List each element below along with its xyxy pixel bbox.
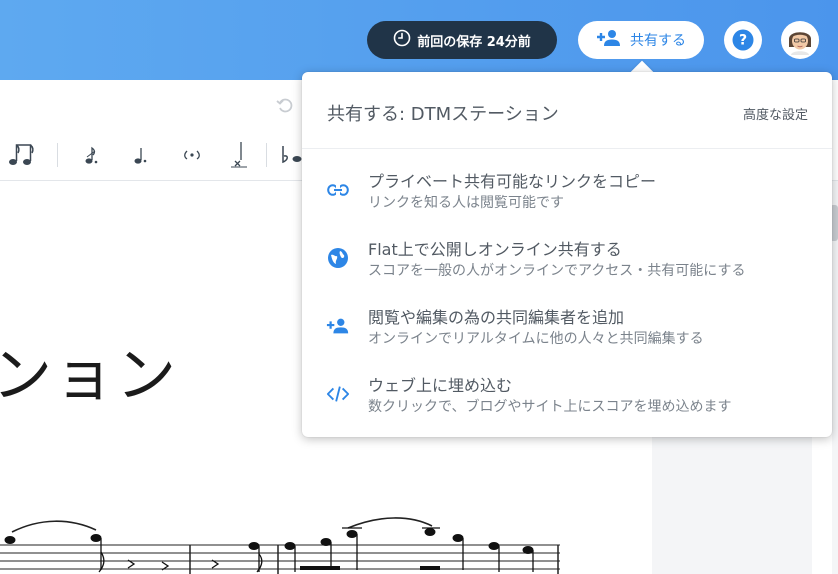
option-subtitle: スコアを一般の人がオンラインでアクセス・共有可能にする [368,263,746,279]
share-popover-title: 共有する: DTMステーション [327,104,559,125]
share-popover-header: 共有する: DTMステーション 高度な設定 [302,72,832,149]
add-person-icon [596,29,622,51]
option-title: プライベート共有可能なリンクをコピー [368,172,657,191]
cross-note-icon[interactable] [224,140,254,170]
embed-web-option[interactable]: ウェブ上に埋め込む 数クリックで、ブログやサイト上にスコアを埋め込めます [302,372,832,438]
help-button[interactable]: ? [724,21,762,59]
help-icon: ? [732,29,754,51]
last-saved-label: 前回の保存 24分前 [417,34,531,50]
add-person-icon [326,314,350,338]
link-icon [326,178,350,202]
music-staff [0,517,560,574]
embed-code-icon [326,382,350,406]
add-collaborator-option[interactable]: 閲覧や編集の為の共同編集者を追加 オンラインでリアルタイムに他の人々と共同編集す… [302,304,832,370]
share-button[interactable]: 共有する [578,21,704,59]
share-popover: 共有する: DTMステーション 高度な設定 プライベート共有可能なリンクをコピー… [302,72,832,437]
option-subtitle: リンクを知る人は閲覧可能です [368,195,564,211]
advanced-settings-link[interactable]: 高度な設定 [743,104,808,123]
publish-online-option[interactable]: Flat上で公開しオンライン共有する スコアを一般の人がオンラインでアクセス・共… [302,236,832,302]
app-header: 前回の保存 24分前 共有する ? [0,0,838,80]
svg-text:?: ? [739,33,747,49]
copy-private-link-option[interactable]: プライベート共有可能なリンクをコピー リンクを知る人は閲覧可能です [302,168,832,234]
option-subtitle: 数クリックで、ブログやサイト上にスコアを埋め込めます [368,399,732,415]
tie-icon[interactable] [177,140,207,170]
toolbar-separator [266,143,267,167]
score-title: ンョン [0,341,178,411]
grace-note-icon[interactable] [76,140,106,170]
dotted-note-icon[interactable] [125,140,155,170]
last-saved-button[interactable]: 前回の保存 24分前 [367,21,557,59]
share-button-label: 共有する [630,33,686,49]
globe-icon [326,246,350,270]
toolbar-separator [57,143,58,167]
option-title: ウェブ上に埋め込む [368,376,513,395]
option-title: Flat上で公開しオンライン共有する [368,240,622,259]
option-title: 閲覧や編集の為の共同編集者を追加 [368,308,625,327]
clock-icon [393,29,411,51]
beamed-notes-icon[interactable] [6,140,42,170]
undo-icon[interactable] [275,95,295,119]
option-subtitle: オンラインでリアルタイムに他の人々と共同編集する [368,331,704,347]
user-avatar[interactable] [781,21,819,59]
